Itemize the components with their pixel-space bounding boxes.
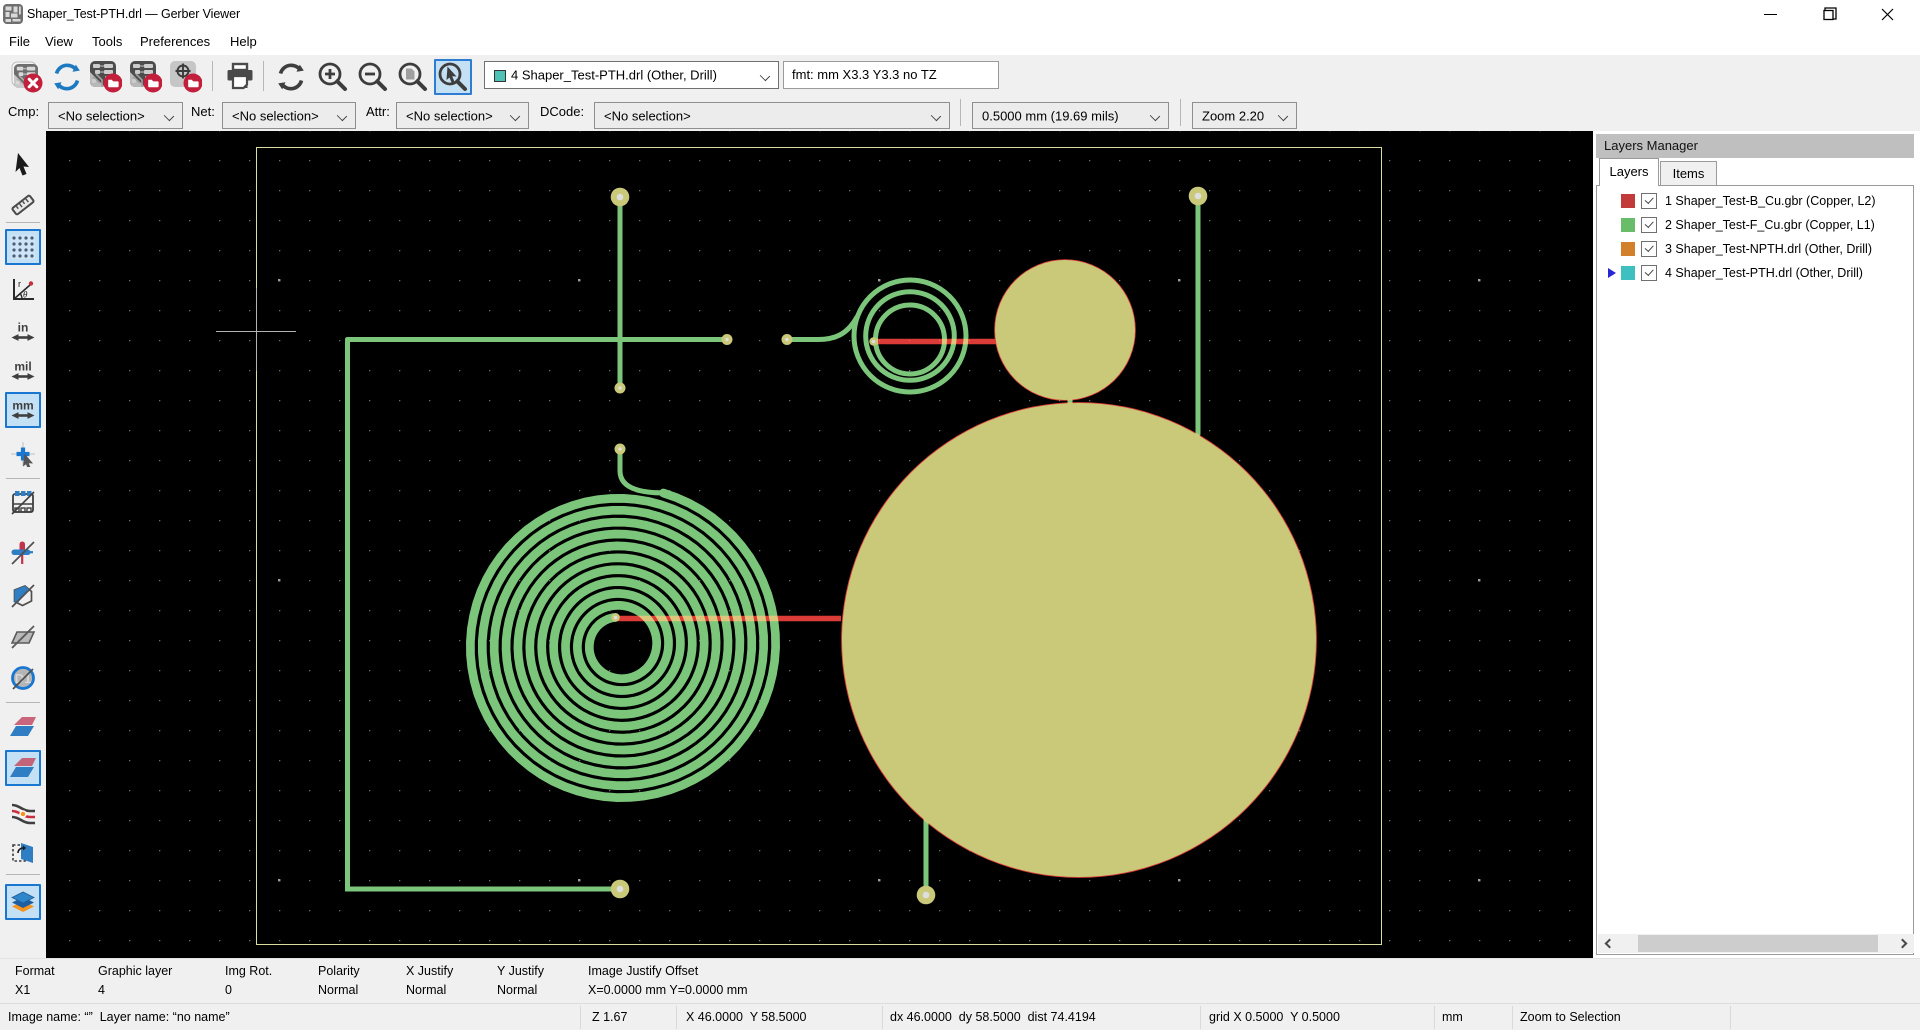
svg-text:mil: mil — [14, 360, 31, 374]
svg-text:θ: θ — [23, 290, 28, 300]
svg-text:r: r — [18, 279, 21, 289]
svg-text:mm: mm — [12, 399, 33, 413]
svg-text:in: in — [18, 321, 29, 335]
